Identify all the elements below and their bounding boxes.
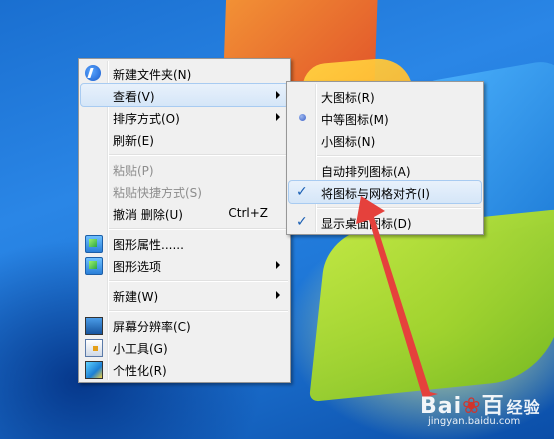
view-submenu: 大图标(R) 中等图标(M) 小图标(N) 自动排列图标(A) ✓ 将图标与网格… [286, 81, 484, 235]
menu-item-label: 中等图标(M) [321, 113, 389, 127]
menu-item-label: 将图标与网格对齐(I) [321, 187, 430, 201]
new-folder-icon [85, 65, 101, 81]
gadgets-icon [85, 339, 103, 357]
menu-item-new[interactable]: 新建(W) [81, 284, 288, 306]
check-icon: ✓ [296, 184, 308, 200]
menu-item-view[interactable]: 查看(V) [80, 83, 289, 107]
menu-item-label: 排序方式(O) [113, 112, 180, 126]
baidu-jingyan-watermark: Bai❀百 经验 jingyan.baidu.com [420, 388, 550, 436]
menu-item-label: 屏幕分辨率(C) [113, 320, 191, 334]
menu-item-personalize[interactable]: 个性化(R) [81, 358, 288, 380]
menu-item-label: 新建文件夹(N) [113, 68, 192, 82]
submenu-item-auto-arrange[interactable]: 自动排列图标(A) [289, 159, 481, 181]
submenu-item-large-icons[interactable]: 大图标(R) [289, 85, 481, 107]
personalize-icon [85, 361, 103, 379]
radio-bullet-icon [299, 114, 306, 121]
menu-item-label: 粘贴快捷方式(S) [113, 186, 202, 200]
menu-separator [109, 228, 288, 230]
menu-item-gadgets[interactable]: 小工具(G) [81, 336, 288, 358]
menu-separator [317, 155, 481, 157]
menu-item-graphics-options[interactable]: 图形选项 [81, 254, 288, 276]
wallpaper-pane-green [308, 207, 554, 403]
submenu-item-small-icons[interactable]: 小图标(N) [289, 129, 481, 151]
submenu-arrow-icon [276, 91, 280, 99]
submenu-item-align-to-grid[interactable]: ✓ 将图标与网格对齐(I) [288, 180, 482, 204]
menu-item-label: 小工具(G) [113, 342, 168, 356]
submenu-arrow-icon [276, 113, 280, 121]
menu-item-label: 新建(W) [113, 290, 159, 304]
menu-item-paste[interactable]: 粘贴(P) [81, 158, 288, 180]
menu-item-label: 个性化(R) [113, 364, 167, 378]
menu-item-refresh[interactable]: 刷新(E) [81, 128, 288, 150]
menu-item-label: 撤消 删除(U) [113, 208, 183, 222]
menu-item-undo-delete[interactable]: 撤消 删除(U) Ctrl+Z [81, 202, 288, 224]
menu-item-label: 大图标(R) [321, 91, 375, 105]
menu-item-screen-resolution[interactable]: 屏幕分辨率(C) [81, 314, 288, 336]
menu-item-new-folder[interactable]: 新建文件夹(N) [81, 62, 288, 84]
menu-item-label: 图形属性...... [113, 238, 184, 252]
submenu-arrow-icon [276, 291, 280, 299]
menu-item-label: 图形选项 [113, 260, 162, 274]
desktop-context-menu: 新建文件夹(N) 查看(V) 排序方式(O) 刷新(E) 粘贴(P) 粘贴快捷方… [78, 58, 291, 383]
menu-item-graphics-properties[interactable]: 图形属性...... [81, 232, 288, 254]
menu-separator [109, 154, 288, 156]
menu-item-paste-shortcut[interactable]: 粘贴快捷方式(S) [81, 180, 288, 202]
menu-item-sort-by[interactable]: 排序方式(O) [81, 106, 288, 128]
menu-item-label: 小图标(N) [321, 135, 376, 149]
menu-separator [109, 310, 288, 312]
graphics-options-icon [85, 257, 103, 275]
screen-resolution-icon [85, 317, 103, 335]
watermark-suffix: 经验 [506, 398, 541, 417]
menu-separator [317, 207, 481, 209]
menu-separator [109, 280, 288, 282]
shortcut-label: Ctrl+Z [228, 206, 268, 220]
menu-item-label: 显示桌面图标(D) [321, 217, 412, 231]
watermark-url: jingyan.baidu.com [428, 416, 521, 427]
menu-item-label: 自动排列图标(A) [321, 165, 411, 179]
check-icon: ✓ [296, 214, 308, 230]
submenu-item-medium-icons[interactable]: 中等图标(M) [289, 107, 481, 129]
menu-item-label: 刷新(E) [113, 134, 154, 148]
menu-item-label: 查看(V) [113, 90, 155, 104]
submenu-arrow-icon [276, 261, 280, 269]
submenu-item-show-desktop-icons[interactable]: ✓ 显示桌面图标(D) [289, 211, 481, 233]
graphics-properties-icon [85, 235, 103, 253]
menu-item-label: 粘贴(P) [113, 164, 154, 178]
